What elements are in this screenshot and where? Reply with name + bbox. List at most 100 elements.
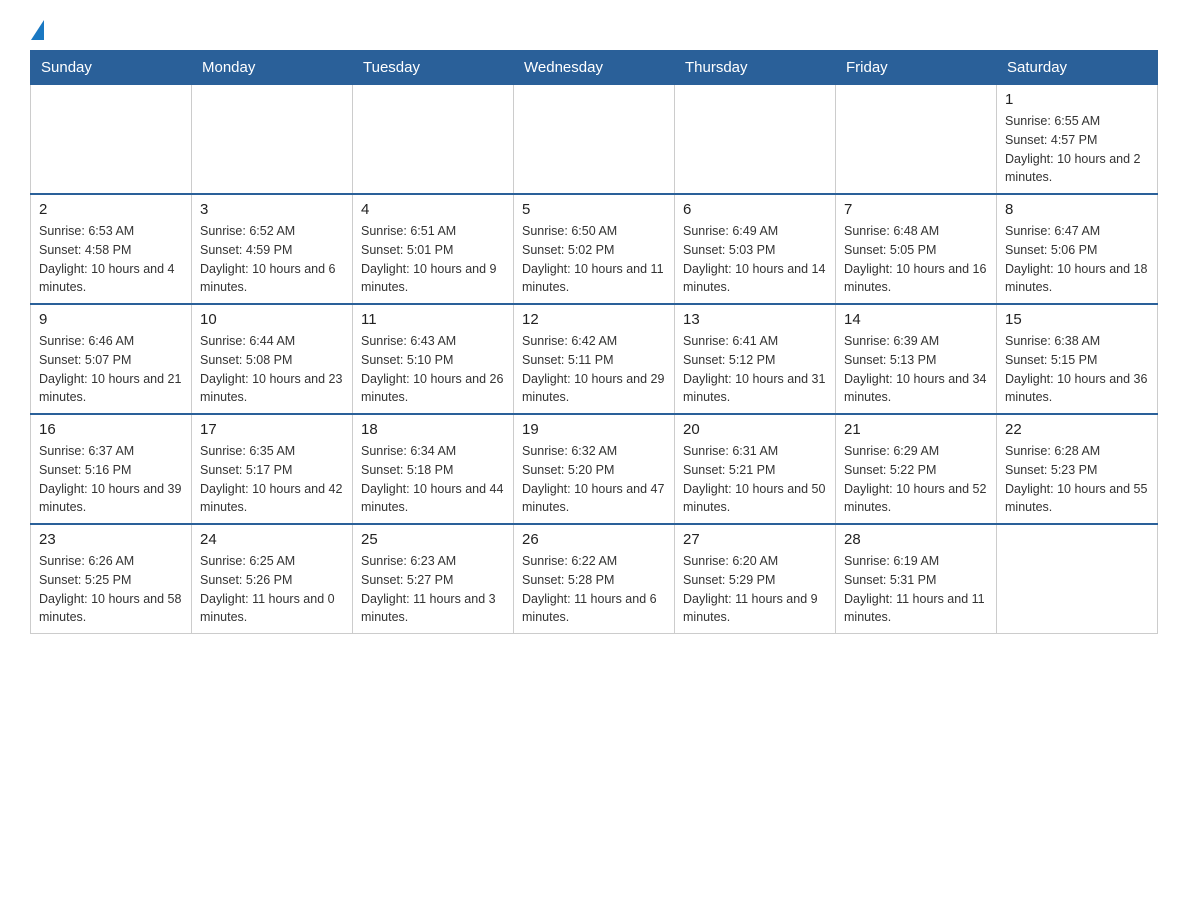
- day-number: 15: [1005, 311, 1149, 328]
- day-info: Sunrise: 6:55 AMSunset: 4:57 PMDaylight:…: [1005, 112, 1149, 187]
- calendar-cell: 15Sunrise: 6:38 AMSunset: 5:15 PMDayligh…: [997, 304, 1158, 414]
- page-header: [30, 20, 1158, 40]
- day-number: 20: [683, 421, 827, 438]
- calendar-cell: [192, 85, 353, 195]
- day-info: Sunrise: 6:53 AMSunset: 4:58 PMDaylight:…: [39, 222, 183, 297]
- day-info: Sunrise: 6:41 AMSunset: 5:12 PMDaylight:…: [683, 332, 827, 407]
- day-number: 28: [844, 531, 988, 548]
- day-number: 19: [522, 421, 666, 438]
- weekday-header-wednesday: Wednesday: [514, 51, 675, 85]
- day-info: Sunrise: 6:37 AMSunset: 5:16 PMDaylight:…: [39, 442, 183, 517]
- calendar-cell: 17 Sunrise: 6:35 AMSunset: 5:17 PMDayligh…: [192, 414, 353, 524]
- day-info: Sunrise: 6:20 AMSunset: 5:29 PMDaylight:…: [683, 552, 827, 627]
- weekday-header-thursday: Thursday: [675, 51, 836, 85]
- day-number: 9: [39, 311, 183, 328]
- day-number: 22: [1005, 421, 1149, 438]
- calendar-cell: 22 Sunrise: 6:28 AMSunset: 5:23 PMDayligh…: [997, 414, 1158, 524]
- calendar-cell: 18 Sunrise: 6:34 AMSunset: 5:18 PMDayligh…: [353, 414, 514, 524]
- day-info: Sunrise: 6:48 AMSunset: 5:05 PMDaylight:…: [844, 222, 988, 297]
- day-number: 10: [200, 311, 344, 328]
- day-number: 8: [1005, 201, 1149, 218]
- calendar-cell: 13 Sunrise: 6:41 AMSunset: 5:12 PMDayligh…: [675, 304, 836, 414]
- day-number: 17: [200, 421, 344, 438]
- day-number: 18: [361, 421, 505, 438]
- calendar-cell: 25 Sunrise: 6:23 AMSunset: 5:27 PMDayligh…: [353, 524, 514, 634]
- calendar-cell: 6 Sunrise: 6:49 AMSunset: 5:03 PMDaylight…: [675, 194, 836, 304]
- day-number: 14: [844, 311, 988, 328]
- day-number: 3: [200, 201, 344, 218]
- day-number: 16: [39, 421, 183, 438]
- day-number: 2: [39, 201, 183, 218]
- calendar-cell: 16 Sunrise: 6:37 AMSunset: 5:16 PMDayligh…: [31, 414, 192, 524]
- weekday-header-friday: Friday: [836, 51, 997, 85]
- calendar-cell: 8 Sunrise: 6:47 AMSunset: 5:06 PMDaylight…: [997, 194, 1158, 304]
- day-info: Sunrise: 6:46 AMSunset: 5:07 PMDaylight:…: [39, 332, 183, 407]
- day-info: Sunrise: 6:32 AMSunset: 5:20 PMDaylight:…: [522, 442, 666, 517]
- day-number: 5: [522, 201, 666, 218]
- calendar-week-row: 23Sunrise: 6:26 AMSunset: 5:25 PMDayligh…: [31, 524, 1158, 634]
- day-number: 13: [683, 311, 827, 328]
- calendar-week-row: 16 Sunrise: 6:37 AMSunset: 5:16 PMDayligh…: [31, 414, 1158, 524]
- day-info: Sunrise: 6:22 AMSunset: 5:28 PMDaylight:…: [522, 552, 666, 627]
- day-info: Sunrise: 6:50 AMSunset: 5:02 PMDaylight:…: [522, 222, 666, 297]
- calendar-cell: [514, 85, 675, 195]
- day-number: 12: [522, 311, 666, 328]
- day-info: Sunrise: 6:39 AMSunset: 5:13 PMDaylight:…: [844, 332, 988, 407]
- weekday-header-saturday: Saturday: [997, 51, 1158, 85]
- day-number: 27: [683, 531, 827, 548]
- day-number: 1: [1005, 91, 1149, 108]
- calendar-cell: 4 Sunrise: 6:51 AMSunset: 5:01 PMDaylight…: [353, 194, 514, 304]
- calendar-cell: 11Sunrise: 6:43 AMSunset: 5:10 PMDayligh…: [353, 304, 514, 414]
- calendar-cell: 14 Sunrise: 6:39 AMSunset: 5:13 PMDayligh…: [836, 304, 997, 414]
- calendar-cell: 21 Sunrise: 6:29 AMSunset: 5:22 PMDayligh…: [836, 414, 997, 524]
- day-number: 21: [844, 421, 988, 438]
- day-number: 25: [361, 531, 505, 548]
- calendar-cell: 24 Sunrise: 6:25 AMSunset: 5:26 PMDayligh…: [192, 524, 353, 634]
- weekday-header-tuesday: Tuesday: [353, 51, 514, 85]
- day-number: 6: [683, 201, 827, 218]
- day-number: 26: [522, 531, 666, 548]
- calendar-cell: 1 Sunrise: 6:55 AMSunset: 4:57 PMDaylight…: [997, 85, 1158, 195]
- day-number: 24: [200, 531, 344, 548]
- day-info: Sunrise: 6:35 AMSunset: 5:17 PMDaylight:…: [200, 442, 344, 517]
- calendar-cell: 20 Sunrise: 6:31 AMSunset: 5:21 PMDayligh…: [675, 414, 836, 524]
- calendar-cell: [997, 524, 1158, 634]
- logo-triangle-icon: [31, 20, 44, 40]
- calendar-week-row: 1 Sunrise: 6:55 AMSunset: 4:57 PMDaylight…: [31, 85, 1158, 195]
- calendar-cell: 3Sunrise: 6:52 AMSunset: 4:59 PMDaylight…: [192, 194, 353, 304]
- day-info: Sunrise: 6:51 AMSunset: 5:01 PMDaylight:…: [361, 222, 505, 297]
- day-info: Sunrise: 6:43 AMSunset: 5:10 PMDaylight:…: [361, 332, 505, 407]
- day-info: Sunrise: 6:34 AMSunset: 5:18 PMDaylight:…: [361, 442, 505, 517]
- day-number: 4: [361, 201, 505, 218]
- day-info: Sunrise: 6:42 AMSunset: 5:11 PMDaylight:…: [522, 332, 666, 407]
- calendar-week-row: 9 Sunrise: 6:46 AMSunset: 5:07 PMDaylight…: [31, 304, 1158, 414]
- day-info: Sunrise: 6:26 AMSunset: 5:25 PMDaylight:…: [39, 552, 183, 627]
- calendar-cell: [675, 85, 836, 195]
- calendar-cell: 5 Sunrise: 6:50 AMSunset: 5:02 PMDaylight…: [514, 194, 675, 304]
- calendar-cell: 28 Sunrise: 6:19 AMSunset: 5:31 PMDayligh…: [836, 524, 997, 634]
- calendar-cell: 2 Sunrise: 6:53 AMSunset: 4:58 PMDaylight…: [31, 194, 192, 304]
- logo: [30, 20, 44, 40]
- day-info: Sunrise: 6:29 AMSunset: 5:22 PMDaylight:…: [844, 442, 988, 517]
- day-info: Sunrise: 6:47 AMSunset: 5:06 PMDaylight:…: [1005, 222, 1149, 297]
- calendar-table: SundayMondayTuesdayWednesdayThursdayFrid…: [30, 50, 1158, 634]
- day-info: Sunrise: 6:49 AMSunset: 5:03 PMDaylight:…: [683, 222, 827, 297]
- weekday-header-row: SundayMondayTuesdayWednesdayThursdayFrid…: [31, 51, 1158, 85]
- day-number: 7: [844, 201, 988, 218]
- day-info: Sunrise: 6:23 AMSunset: 5:27 PMDaylight:…: [361, 552, 505, 627]
- calendar-week-row: 2 Sunrise: 6:53 AMSunset: 4:58 PMDaylight…: [31, 194, 1158, 304]
- calendar-cell: 12 Sunrise: 6:42 AMSunset: 5:11 PMDayligh…: [514, 304, 675, 414]
- calendar-cell: 19 Sunrise: 6:32 AMSunset: 5:20 PMDayligh…: [514, 414, 675, 524]
- weekday-header-monday: Monday: [192, 51, 353, 85]
- calendar-cell: [353, 85, 514, 195]
- day-info: Sunrise: 6:28 AMSunset: 5:23 PMDaylight:…: [1005, 442, 1149, 517]
- calendar-cell: 9 Sunrise: 6:46 AMSunset: 5:07 PMDaylight…: [31, 304, 192, 414]
- calendar-cell: 26 Sunrise: 6:22 AMSunset: 5:28 PMDayligh…: [514, 524, 675, 634]
- calendar-header: SundayMondayTuesdayWednesdayThursdayFrid…: [31, 51, 1158, 85]
- day-info: Sunrise: 6:19 AMSunset: 5:31 PMDaylight:…: [844, 552, 988, 627]
- day-info: Sunrise: 6:25 AMSunset: 5:26 PMDaylight:…: [200, 552, 344, 627]
- weekday-header-sunday: Sunday: [31, 51, 192, 85]
- calendar-cell: 7 Sunrise: 6:48 AMSunset: 5:05 PMDaylight…: [836, 194, 997, 304]
- calendar-body: 1 Sunrise: 6:55 AMSunset: 4:57 PMDaylight…: [31, 85, 1158, 634]
- day-info: Sunrise: 6:31 AMSunset: 5:21 PMDaylight:…: [683, 442, 827, 517]
